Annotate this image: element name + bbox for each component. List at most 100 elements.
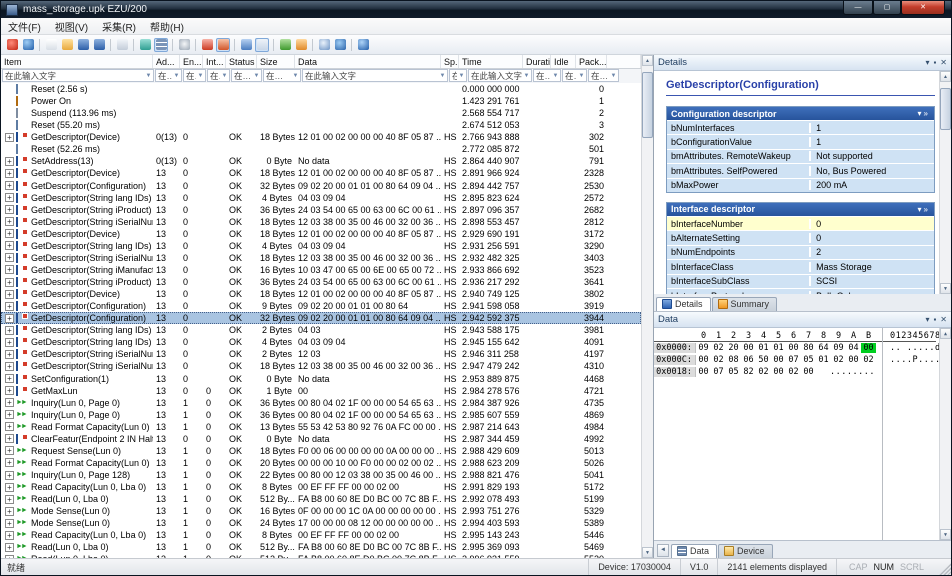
table-row[interactable]: +►►Read(Lun 0, Lba 0)1310OK512 By...FA B… (1, 541, 641, 553)
descriptor-row[interactable]: bmAttributes. SelfPoweredNo, Bus Powered (667, 163, 934, 177)
descriptor-row[interactable]: bConfigurationValue1 (667, 134, 934, 148)
table-row[interactable]: +GetDescriptor(Configuration)130OK32 Byt… (1, 180, 641, 192)
scroll-up-icon[interactable]: ▲ (642, 55, 653, 66)
column-header-sp[interactable]: Sp... (441, 55, 459, 68)
column-header-data[interactable]: Data (295, 55, 441, 68)
filter-icon[interactable] (216, 38, 230, 52)
new-file-icon[interactable] (44, 38, 58, 52)
table-row[interactable]: +GetDescriptor(String iManufacturer)130O… (1, 264, 641, 276)
table-row[interactable]: Reset (55.20 ms)2.674 512 0533 (1, 119, 641, 131)
filter-input-int[interactable]: 在此输入文字▼ (207, 69, 230, 82)
table-scrollbar[interactable]: ▲ ▼ (641, 55, 653, 558)
table-row[interactable]: +GetDescriptor(String iSerialNumber)130O… (1, 360, 641, 372)
expand-icon[interactable]: + (5, 302, 14, 311)
save-as-icon[interactable] (92, 38, 106, 52)
resize-grip[interactable] (938, 562, 951, 575)
table-row[interactable]: +SetConfiguration(1)130OK0 ByteNo dataHS… (1, 373, 641, 385)
tab-scroll-left-icon[interactable]: ◄ (657, 544, 669, 557)
expand-icon[interactable]: + (5, 314, 14, 323)
tab-details[interactable]: Details (656, 297, 711, 311)
trigger-icon[interactable] (200, 38, 214, 52)
timer-icon[interactable] (177, 38, 191, 52)
section-header[interactable]: Interface descriptor▾» (667, 203, 934, 216)
expand-icon[interactable]: + (5, 157, 14, 166)
filter-input-ad[interactable]: 在此输入文字▼ (155, 69, 182, 82)
expand-all-icon[interactable]: » (924, 109, 930, 118)
table-row[interactable]: +GetDescriptor(Device)130OK18 Bytes12 01… (1, 228, 641, 240)
table-row[interactable]: +GetDescriptor(String iSerialNumber)130O… (1, 252, 641, 264)
table-row[interactable]: +►►Inquiry(Lun 0, Page 128)1310OK22 Byte… (1, 469, 641, 481)
column-header-st[interactable]: Status (226, 55, 257, 68)
filter-input-data[interactable]: 在此输入文字▼ (302, 69, 448, 82)
table-row[interactable]: +GetDescriptor(String lang IDs)130OK4 By… (1, 240, 641, 252)
table-row[interactable]: +GetDescriptor(String iSerialNumber)130O… (1, 216, 641, 228)
descriptor-row[interactable]: bInterfaceProtocolBulk-Only (667, 288, 934, 294)
filter-funnel-icon[interactable]: ▼ (291, 73, 300, 79)
expand-icon[interactable]: + (5, 531, 14, 540)
filter-input-item[interactable]: 在此输入文字▼ (2, 69, 154, 82)
filter-funnel-icon[interactable]: ▼ (196, 73, 205, 79)
descriptor-row[interactable]: bInterfaceClassMass Storage (667, 259, 934, 273)
scroll-up-icon[interactable]: ▲ (940, 71, 951, 82)
menu-item-3[interactable]: 帮助(H) (143, 19, 191, 34)
table-row[interactable]: +GetDescriptor(String lang IDs)130OK4 By… (1, 336, 641, 348)
scrollbar-thumb[interactable] (940, 88, 951, 130)
close-panel-icon[interactable]: ✕ (940, 315, 947, 324)
table-row[interactable]: +GetDescriptor(String iProduct)130OK36 B… (1, 204, 641, 216)
expand-icon[interactable]: + (5, 205, 14, 214)
expand-icon[interactable]: + (5, 495, 14, 504)
table-row[interactable]: Suspend (113.96 ms)2.568 554 7172 (1, 107, 641, 119)
hex-viewer[interactable]: 0123456789AB0123456789AB 0x0000:09022000… (654, 328, 951, 541)
filter-input-pack[interactable]: 在此输入文字▼ (588, 69, 619, 82)
scrollbar-track[interactable] (940, 82, 951, 283)
table-row[interactable]: +►►Read(Lun 0, Lba 0)1310OK512 By...FA B… (1, 493, 641, 505)
close-button[interactable]: ✕ (901, 1, 945, 15)
table-row[interactable]: +►►Mode Sense(Lun 0)1310OK16 Bytes0F 00 … (1, 505, 641, 517)
expand-icon[interactable]: + (5, 290, 14, 299)
column-header-dur[interactable]: Durati... (523, 55, 551, 68)
expand-icon[interactable]: + (5, 398, 14, 407)
expand-icon[interactable]: + (5, 483, 14, 492)
expand-all-icon[interactable]: » (924, 205, 930, 214)
descriptor-row[interactable]: bAlternateSetting0 (667, 230, 934, 244)
tab-summary[interactable]: Summary (712, 297, 778, 311)
column-header-idle[interactable]: Idle (551, 55, 576, 68)
details-scrollbar[interactable]: ▲ ▼ (939, 71, 951, 294)
compare-icon[interactable] (294, 38, 308, 52)
dropdown-icon[interactable]: ▾ (925, 315, 929, 324)
tab-device[interactable]: Device (718, 544, 773, 558)
table-row[interactable]: +GetDescriptor(String iSerialNumber)130O… (1, 348, 641, 360)
pin-icon[interactable]: ▪ (933, 315, 936, 324)
filter-funnel-icon[interactable]: ▼ (252, 73, 261, 79)
scroll-up-icon[interactable]: ▲ (940, 328, 951, 339)
descriptor-row[interactable]: bNumInterfaces1 (667, 120, 934, 134)
title-bar[interactable]: mass_storage.upk EZU/200 — ▢ ✕ (1, 1, 951, 18)
table-row[interactable]: +►►Request Sense(Lun 0)1310OK18 BytesF0 … (1, 445, 641, 457)
descriptor-row[interactable]: bNumEndpoints2 (667, 245, 934, 259)
link-icon[interactable] (138, 38, 152, 52)
table-row[interactable]: +►►Read Format Capacity(Lun 0)1310OK13 B… (1, 421, 641, 433)
filter-funnel-icon[interactable]: ▼ (609, 73, 618, 79)
expand-icon[interactable]: + (5, 434, 14, 443)
table-row[interactable]: +GetMaxLun1300OK1 Byte00HS2.984 278 5764… (1, 385, 641, 397)
descriptor-row[interactable]: bInterfaceNumber0 (667, 216, 934, 230)
expand-icon[interactable]: + (5, 169, 14, 178)
expand-icon[interactable]: + (5, 278, 14, 287)
navigate-icon[interactable] (239, 38, 253, 52)
open-file-icon[interactable] (60, 38, 74, 52)
table-row[interactable]: Reset (52.26 ms)2.772 085 872501 (1, 143, 641, 155)
scroll-down-icon[interactable]: ▼ (642, 547, 653, 558)
expand-icon[interactable]: + (5, 193, 14, 202)
expand-icon[interactable]: + (5, 229, 14, 238)
pin-icon[interactable]: ▪ (933, 58, 936, 67)
expand-icon[interactable]: + (5, 253, 14, 262)
expand-icon[interactable]: + (5, 410, 14, 419)
table-row[interactable]: +GetDescriptor(String lang IDs)130OK2 By… (1, 324, 641, 336)
scrollbar-track[interactable] (940, 339, 951, 530)
column-header-item[interactable]: Item (1, 55, 153, 68)
expand-icon[interactable]: + (5, 338, 14, 347)
column-header-en[interactable]: En... (180, 55, 203, 68)
scroll-down-icon[interactable]: ▼ (940, 283, 951, 294)
close-panel-icon[interactable]: ✕ (940, 58, 947, 67)
descriptor-row[interactable]: bmAttributes. RemoteWakeupNot supported (667, 149, 934, 163)
